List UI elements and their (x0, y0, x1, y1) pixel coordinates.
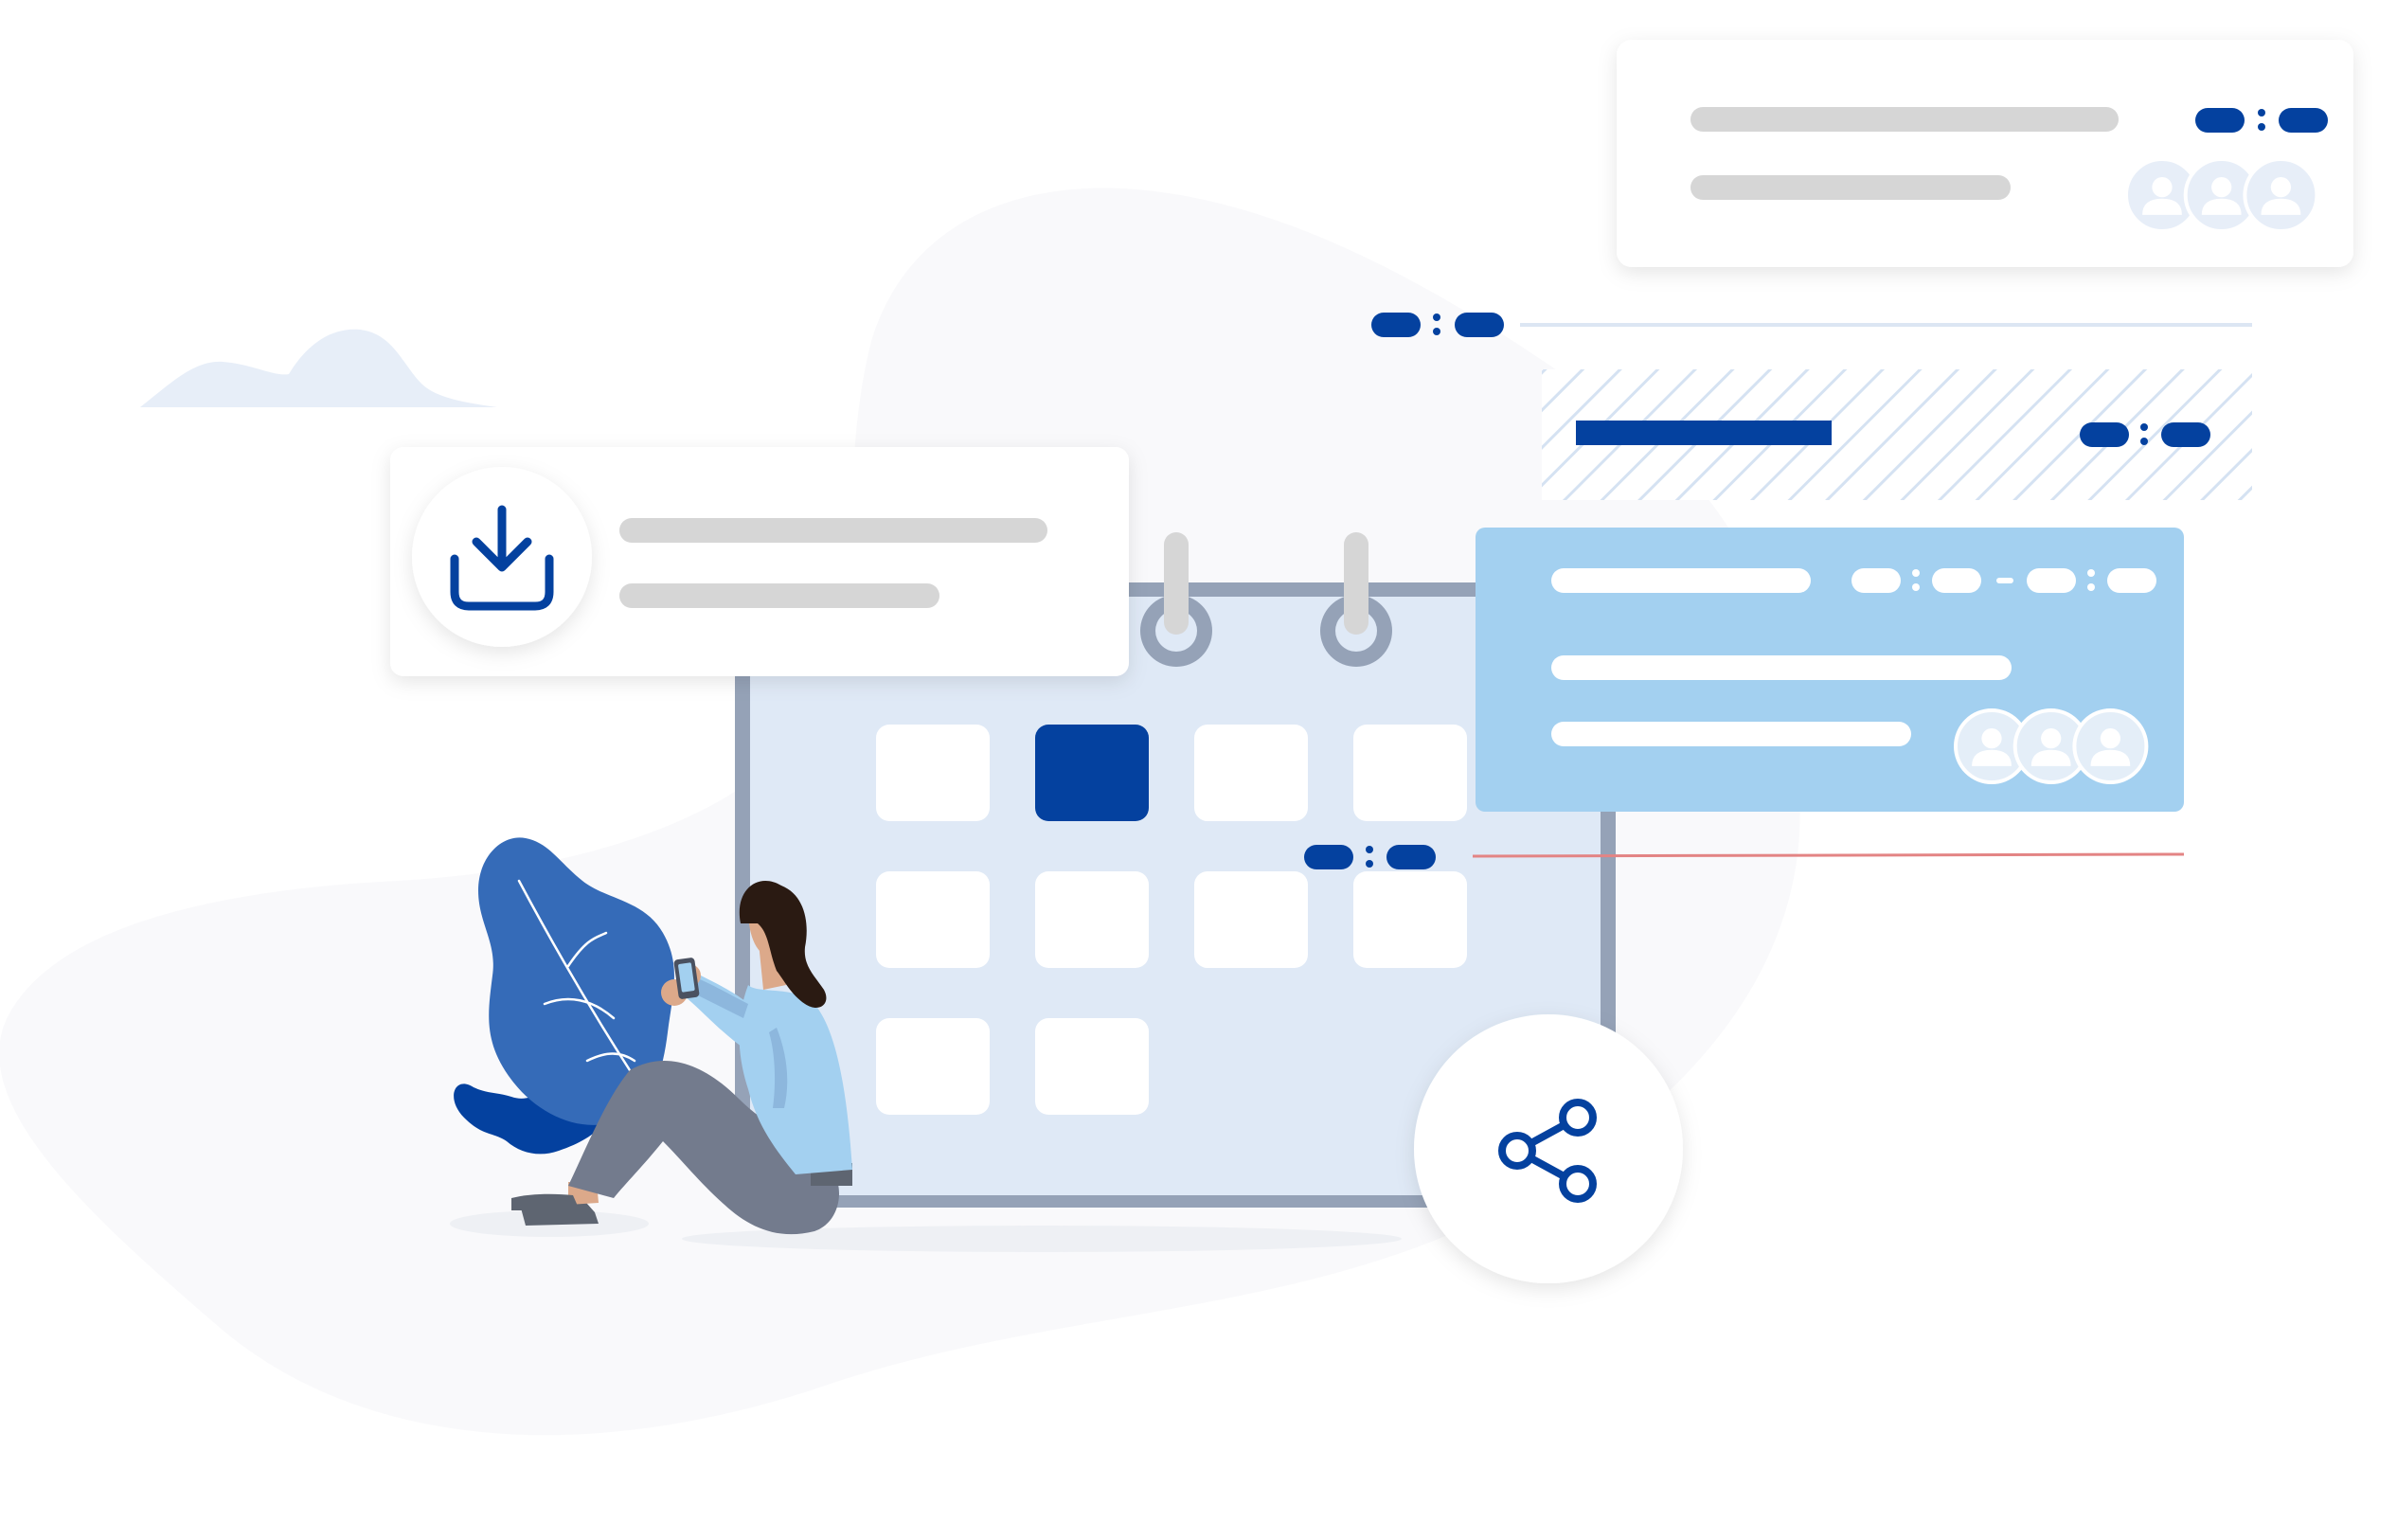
calendar-day[interactable] (1194, 871, 1308, 968)
calendar-day[interactable] (876, 725, 990, 821)
calendar-day[interactable] (1194, 725, 1308, 821)
busy-block-title (1576, 421, 1832, 445)
download-button[interactable] (412, 467, 592, 647)
current-time-line (1472, 852, 2185, 858)
text-placeholder (1551, 568, 1811, 593)
calendar-sharing-illustration (0, 40, 2353, 1436)
calendar-day[interactable] (1353, 725, 1467, 821)
avatar-group (2124, 157, 2319, 233)
text-placeholder (1551, 722, 1911, 746)
text-placeholder (1690, 175, 2011, 200)
calendar-day[interactable] (1035, 871, 1149, 968)
text-placeholder (619, 583, 939, 608)
event-card-top (1617, 40, 2353, 267)
cloud-decoration (140, 329, 497, 407)
calendar-day[interactable] (876, 871, 990, 968)
text-placeholder (1690, 107, 2119, 132)
calendar-day-selected[interactable] (1035, 725, 1149, 821)
avatar-group (1954, 708, 2149, 784)
text-placeholder (619, 518, 1047, 543)
avatar-icon (2243, 157, 2319, 233)
calendar-day[interactable] (1353, 871, 1467, 968)
calendar-day[interactable] (1035, 1018, 1149, 1115)
avatar-icon (2072, 708, 2149, 784)
text-placeholder (1551, 655, 2012, 680)
calendar-day[interactable] (876, 1018, 990, 1115)
share-button[interactable] (1414, 1014, 1683, 1283)
